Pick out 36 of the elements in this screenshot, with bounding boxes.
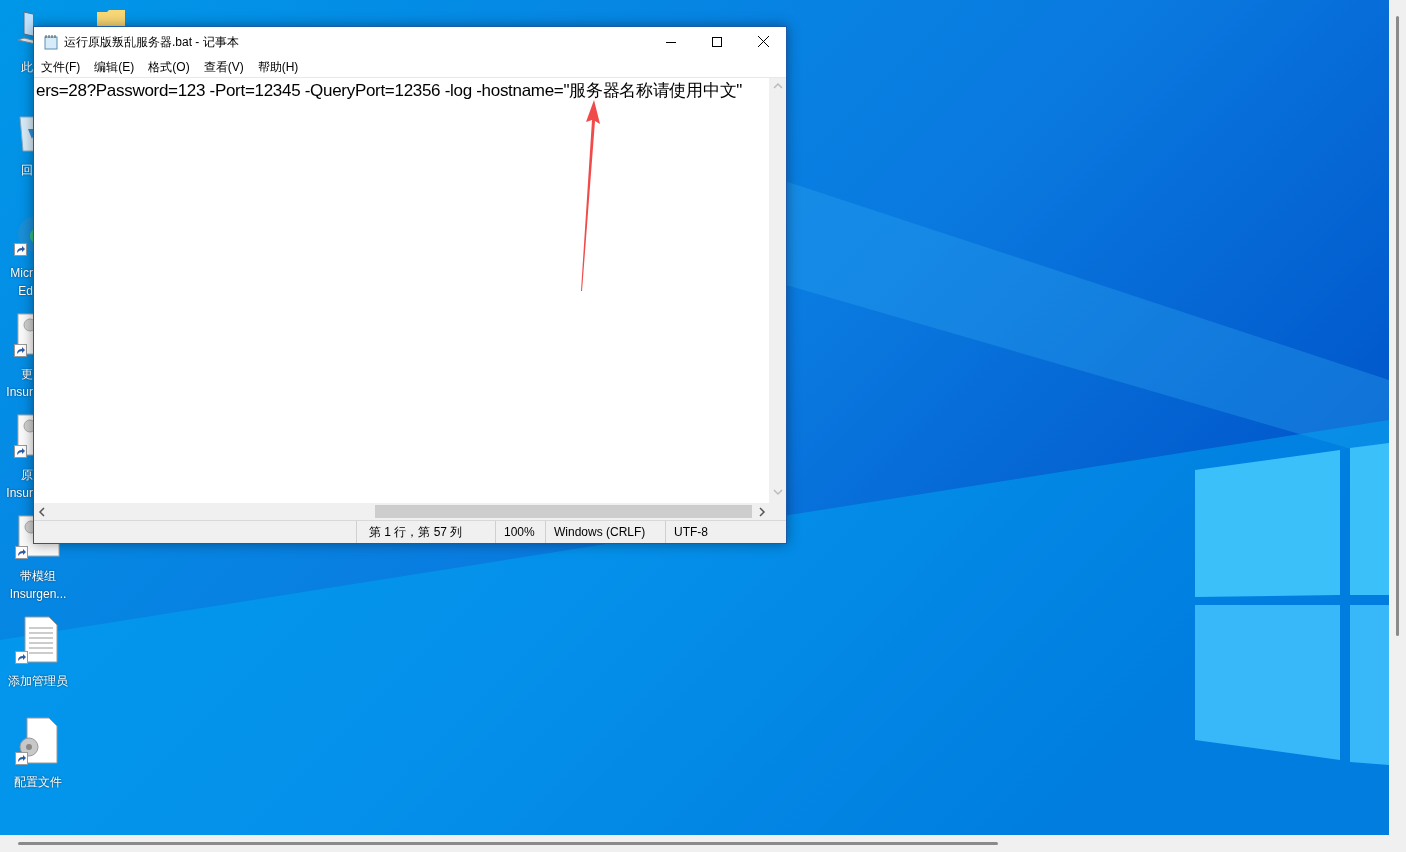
shortcut-arrow-icon [15, 752, 28, 765]
icon-label: 此 [21, 59, 33, 76]
maximize-icon [712, 36, 722, 47]
icon-label: Micr [10, 265, 33, 282]
shortcut-arrow-icon [15, 651, 28, 664]
icon-label: Ed [18, 283, 33, 300]
icon-label: 配置文件 [14, 774, 62, 791]
text-line: ers=28?Password=123 -Port=12345 -QueryPort=12356 -log -hostname="服务器名称请使用中文" [36, 80, 742, 102]
window-title: 运行原版叛乱服务器.bat - 记事本 [64, 33, 239, 51]
icon-label: Insur [6, 485, 33, 502]
icon-label: Insur [6, 384, 33, 401]
icon-label: 添加管理员 [8, 673, 68, 690]
scroll-left-icon[interactable] [38, 506, 46, 517]
menu-item[interactable]: 格式(O) [144, 57, 194, 76]
scrollbar-thumb[interactable] [18, 842, 998, 845]
scrollbar-thumb[interactable] [1396, 16, 1399, 636]
status-text: UTF-8 [665, 521, 765, 543]
shortcut-arrow-icon [14, 344, 27, 357]
icon-label: 带模组 [20, 568, 56, 585]
notepad-icon [43, 33, 59, 50]
menu-item[interactable]: 查看(V) [199, 57, 248, 76]
scroll-right-icon[interactable] [758, 506, 766, 517]
status-text: 第 1 行，第 57 列 [356, 521, 495, 543]
menu-item[interactable]: 编辑(E) [90, 57, 139, 76]
shortcut-arrow-icon [14, 243, 27, 256]
shortcut-arrow-icon [14, 445, 27, 458]
close-icon [757, 36, 769, 47]
status-text: 100% [495, 521, 545, 543]
icon-label: 更 [21, 366, 33, 383]
icon-label: 原 [21, 467, 33, 484]
menu-item[interactable]: 帮助(H) [253, 57, 303, 76]
icon-label: Insurgen... [9, 586, 67, 603]
menu-item[interactable]: 文件(F) [37, 57, 85, 76]
icon-label: 回 [21, 162, 33, 179]
scrollbar-thumb[interactable] [375, 505, 752, 518]
status-text: Windows (CRLF) [545, 521, 665, 543]
